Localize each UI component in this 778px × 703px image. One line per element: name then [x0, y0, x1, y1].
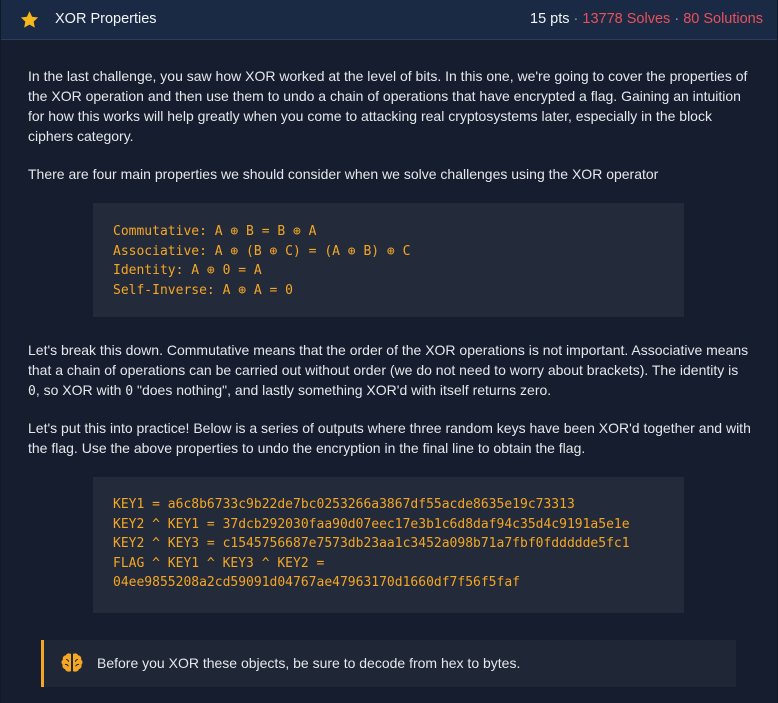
breakdown-text: "does nothing", and lastly something XOR… — [133, 382, 552, 398]
keys-code-block: KEY1 = a6c8b6733c9b22de7bc0253266a3867df… — [93, 477, 684, 613]
code-line: Identity: A ⊕ 0 = A — [113, 263, 262, 278]
code-line: Commutative: A ⊕ B = B ⊕ A — [113, 224, 317, 239]
challenge-header[interactable]: XOR Properties 15 pts · 13778 Solves · 8… — [1, 0, 777, 40]
stats-separator: · — [573, 11, 579, 27]
star-icon — [20, 11, 39, 28]
inline-code-zero: 0 — [125, 384, 134, 399]
code-line: Associative: A ⊕ (B ⊕ C) = (A ⊕ B) ⊕ C — [113, 243, 411, 259]
code-line: 04ee9855208a2cd59091d04767ae47963170d166… — [113, 575, 520, 590]
properties-lead: There are four main properties we should… — [28, 166, 659, 182]
breakdown-text: Let's break this down. Commutative means… — [28, 342, 749, 378]
hint-text: Before you XOR these objects, be sure to… — [97, 655, 521, 671]
practice-paragraph: Let's put this into practice! Below is a… — [28, 420, 751, 456]
code-line: Self-Inverse: A ⊕ A = 0 — [113, 282, 294, 298]
stats-separator: · — [674, 11, 680, 27]
breakdown-text: , so XOR with — [35, 382, 126, 398]
challenge-title: XOR Properties — [55, 11, 157, 27]
code-line: FLAG ^ KEY1 ^ KEY3 ^ KEY2 = — [113, 555, 325, 571]
inline-code-zero: 0 — [28, 384, 36, 399]
breakdown-paragraph: Let's break this down. Commutative means… — [28, 340, 752, 402]
points-label: 15 pts — [530, 11, 570, 27]
properties-code-block: Commutative: A ⊕ B = B ⊕ A Associative: … — [93, 203, 684, 317]
intro-paragraph: In the last challenge, you saw how XOR w… — [28, 68, 748, 144]
hint-callout: Before you XOR these objects, be sure to… — [41, 640, 736, 687]
code-line: KEY2 ^ KEY3 = c1545756687e7573db23aa1c34… — [113, 536, 630, 551]
solves-link[interactable]: 13778 Solves — [582, 11, 670, 27]
solutions-link[interactable]: 80 Solutions — [683, 11, 763, 27]
challenge-stats: 15 pts · 13778 Solves · 80 Solutions — [530, 11, 763, 27]
brain-icon — [61, 653, 83, 672]
code-line: KEY2 ^ KEY1 = 37dcb292030faa90d07eec17e3… — [113, 516, 630, 532]
code-line: KEY1 = a6c8b6733c9b22de7bc0253266a3867df… — [113, 497, 575, 512]
